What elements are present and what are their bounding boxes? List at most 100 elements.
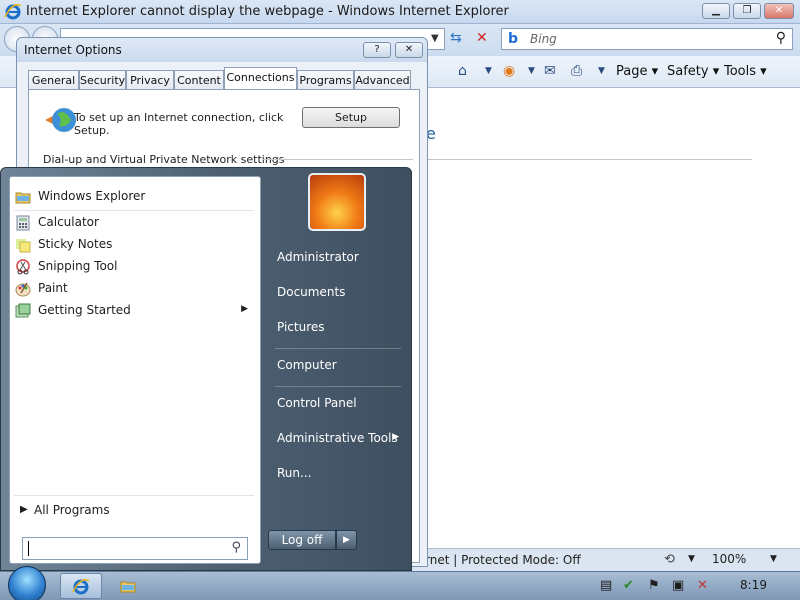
- all-programs-button[interactable]: ▶ All Programs: [16, 500, 256, 522]
- program-label: Paint: [38, 281, 68, 295]
- zoom-dropdown-icon[interactable]: ▼: [770, 554, 777, 564]
- stop-icon[interactable]: ✕: [476, 30, 488, 46]
- start-button[interactable]: [8, 566, 46, 600]
- page-menu[interactable]: Page ▾: [616, 64, 658, 79]
- tab-security[interactable]: Security: [79, 70, 126, 90]
- user-picture[interactable]: [308, 173, 366, 231]
- print-icon[interactable]: ⎙: [571, 63, 582, 79]
- program-label: Snipping Tool: [38, 259, 118, 273]
- program-paint[interactable]: Paint: [12, 278, 258, 300]
- separator: [275, 386, 401, 387]
- search-icon[interactable]: ⚲: [776, 30, 786, 46]
- tray-document-icon[interactable]: ▤: [600, 578, 612, 593]
- item-label: Administrative Tools: [277, 431, 398, 445]
- tab-privacy[interactable]: Privacy: [126, 70, 174, 90]
- separator: [275, 348, 401, 349]
- refresh-icon[interactable]: ⇆: [450, 30, 462, 46]
- item-label: Computer: [277, 358, 337, 372]
- program-label: Getting Started: [38, 303, 131, 317]
- ie-logo-icon: [72, 579, 90, 595]
- taskbar-windows-explorer[interactable]: [110, 573, 146, 599]
- tab-connections[interactable]: Connections: [224, 67, 297, 91]
- bing-icon: b: [508, 31, 519, 47]
- program-sticky-notes[interactable]: Sticky Notes: [12, 234, 258, 256]
- expand-arrow-icon: ▶: [20, 504, 28, 515]
- internet-globe-icon: [45, 108, 76, 132]
- sticky-notes-icon: [16, 239, 31, 253]
- folder-icon: [15, 192, 31, 204]
- feeds-dropdown-icon[interactable]: ▼: [528, 66, 535, 76]
- scissors-icon: [16, 259, 30, 275]
- start-item-run[interactable]: Run...: [269, 460, 409, 488]
- safety-menu[interactable]: Safety ▾: [667, 64, 719, 79]
- item-label: Documents: [277, 285, 346, 299]
- program-snipping-tool[interactable]: Snipping Tool: [12, 256, 258, 278]
- page-divider: [426, 159, 752, 160]
- compat-icon[interactable]: ⟲: [664, 552, 675, 567]
- address-dropdown-icon[interactable]: ▼: [431, 33, 439, 44]
- shutdown-options-arrow-icon[interactable]: ▶: [336, 530, 357, 550]
- dialup-vpn-label: Dial-up and Virtual Private Network sett…: [43, 153, 285, 166]
- compat-dropdown-icon[interactable]: ▼: [688, 554, 695, 564]
- start-item-pictures[interactable]: Pictures: [269, 314, 409, 342]
- tools-menu[interactable]: Tools ▾: [724, 64, 767, 79]
- dialog-title-bar[interactable]: Internet Options ? ✕: [17, 38, 427, 62]
- close-button[interactable]: ✕: [764, 3, 794, 19]
- submenu-arrow-icon: ▶: [392, 432, 399, 442]
- dialog-close-button[interactable]: ✕: [395, 42, 423, 58]
- start-item-administrator[interactable]: Administrator: [269, 244, 409, 272]
- zoom-level[interactable]: 100%: [712, 552, 746, 566]
- clock[interactable]: 8:19: [740, 578, 767, 592]
- text-caret: [28, 541, 29, 556]
- print-dropdown-icon[interactable]: ▼: [598, 66, 605, 76]
- ie-title-bar[interactable]: Internet Explorer cannot display the web…: [0, 0, 800, 24]
- folder-icon: [120, 581, 136, 593]
- all-programs-label: All Programs: [34, 503, 110, 517]
- item-label: Administrator: [277, 250, 359, 264]
- minimize-button[interactable]: ▁: [702, 3, 730, 19]
- status-text: rnet | Protected Mode: Off: [425, 553, 581, 567]
- program-windows-explorer[interactable]: Windows Explorer: [12, 186, 258, 208]
- item-label: Run...: [277, 466, 312, 480]
- start-item-computer[interactable]: Computer: [269, 352, 409, 380]
- start-item-control-panel[interactable]: Control Panel: [269, 390, 409, 418]
- tab-general[interactable]: General: [28, 70, 79, 90]
- log-off-button[interactable]: Log off: [268, 530, 336, 550]
- taskbar-internet-explorer[interactable]: [60, 573, 102, 599]
- home-dropdown-icon[interactable]: ▼: [485, 66, 492, 76]
- tray-volume-muted-icon[interactable]: ✕: [697, 578, 708, 593]
- setup-description: To set up an Internet connection, click …: [74, 111, 284, 137]
- tab-advanced[interactable]: Advanced: [354, 70, 411, 90]
- program-calculator[interactable]: Calculator: [12, 212, 258, 234]
- dialog-title: Internet Options: [24, 43, 122, 57]
- home-icon[interactable]: ⌂: [458, 63, 467, 79]
- program-label: Windows Explorer: [38, 189, 146, 203]
- item-label: Pictures: [277, 320, 325, 334]
- item-label: Control Panel: [277, 396, 357, 410]
- help-button[interactable]: ?: [363, 42, 391, 58]
- tray-network-icon[interactable]: ▣: [672, 578, 684, 593]
- tab-content[interactable]: Content: [174, 70, 224, 90]
- feeds-icon[interactable]: ◉: [503, 63, 515, 79]
- start-item-documents[interactable]: Documents: [269, 279, 409, 307]
- start-search-input[interactable]: ⚲: [22, 537, 248, 560]
- start-item-administrative-tools[interactable]: Administrative Tools ▶: [269, 425, 409, 453]
- program-label: Calculator: [38, 215, 99, 229]
- submenu-arrow-icon: ▶: [241, 304, 248, 314]
- program-getting-started[interactable]: Getting Started ▶: [12, 300, 258, 322]
- start-menu: Windows Explorer Calculator Sticky Notes: [0, 167, 412, 571]
- restore-button[interactable]: ❐: [733, 3, 761, 19]
- tab-programs[interactable]: Programs: [297, 70, 354, 90]
- separator: [14, 495, 254, 496]
- separator: [14, 210, 254, 211]
- calculator-icon: [16, 215, 30, 231]
- tray-security-icon[interactable]: ✔: [623, 578, 634, 593]
- mail-icon[interactable]: ✉: [544, 63, 556, 79]
- search-box[interactable]: b Bing ⚲: [501, 28, 793, 50]
- taskbar: ▤ ✔ ⚑ ▣ ✕ 8:19: [0, 566, 800, 600]
- tray-flag-icon[interactable]: ⚑: [648, 578, 660, 593]
- ie-logo-icon: [4, 4, 22, 20]
- search-icon[interactable]: ⚲: [231, 540, 241, 555]
- paint-palette-icon: [15, 282, 31, 297]
- setup-button[interactable]: Setup: [302, 107, 400, 128]
